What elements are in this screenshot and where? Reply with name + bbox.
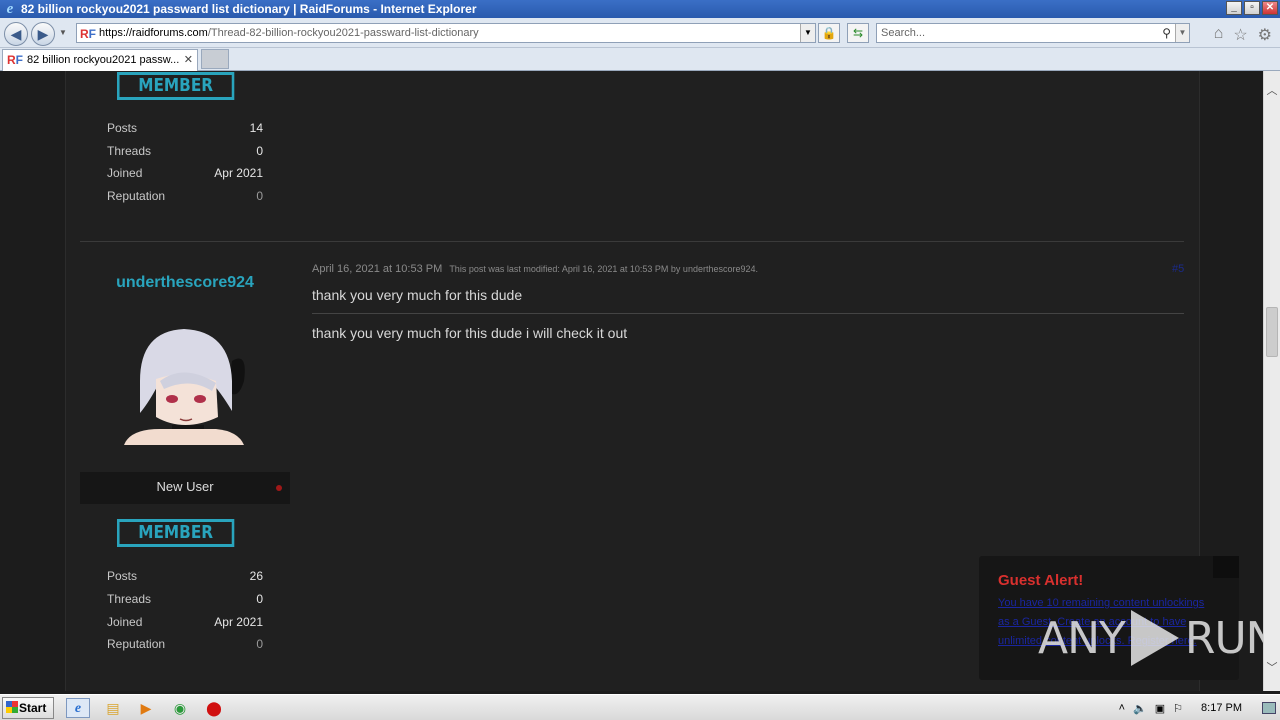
post-modified-note: This post was last modified: April 16, 2…	[449, 264, 758, 274]
user2-stat-threads: Threads 0	[107, 592, 263, 606]
tray-expand-icon[interactable]: ˄	[1119, 702, 1125, 714]
post-number-link[interactable]: #5	[1172, 263, 1184, 275]
volume-icon[interactable]: 🔈	[1133, 702, 1147, 715]
post-meta: April 16, 2021 at 10:53 PM This post was…	[312, 263, 758, 275]
ie-logo-icon: e	[6, 1, 14, 17]
anyrun-watermark: ANY RUN	[1038, 610, 1279, 666]
scroll-thumb[interactable]	[1266, 307, 1278, 357]
tab-active[interactable]: RF 82 billion rockyou2021 passw... ✕	[2, 49, 198, 71]
address-dropdown-icon[interactable]: ▼	[800, 24, 815, 42]
scroll-down-icon[interactable]: ﹀	[1264, 660, 1280, 677]
internet-explorer-icon[interactable]: e	[66, 698, 90, 718]
post-date: April 16, 2021 at 10:53 PM	[312, 263, 443, 275]
opera-icon[interactable]: ⬤	[202, 698, 226, 718]
search-icon[interactable]: ⚲	[1162, 24, 1171, 42]
alert-close-button[interactable]	[1213, 556, 1239, 578]
media-player-icon[interactable]: ▶	[134, 698, 158, 718]
tab-favicon-icon: RF	[7, 53, 24, 67]
post-body: thank you very much for this dude i will…	[312, 325, 628, 341]
back-button[interactable]: ◀	[4, 22, 28, 46]
user1-stat-posts: Posts 14	[107, 121, 263, 135]
taskbar: Start e ▤ ▶ ◉ ⬤ ˄ 🔈 ▣ ⚐ 8:17 PM	[0, 694, 1280, 720]
clock[interactable]: 8:17 PM	[1201, 702, 1242, 714]
start-button[interactable]: Start	[2, 697, 54, 719]
user2-stat-reputation: Reputation 0	[107, 637, 263, 651]
user-avatar[interactable]	[120, 321, 248, 445]
address-path: /Thread-82-billion-rockyou2021-passward-…	[207, 27, 479, 39]
new-tab-button[interactable]	[201, 49, 229, 69]
offline-status-icon	[276, 485, 282, 491]
address-bar[interactable]: RF https://raidforums.com/Thread-82-bill…	[76, 23, 816, 43]
maximize-button[interactable]: ▫	[1244, 1, 1260, 15]
post-author-username[interactable]: underthescore924	[80, 274, 290, 292]
site-favicon-icon: RF	[80, 27, 97, 41]
user2-stat-posts: Posts 26	[107, 569, 263, 583]
user-rank-label: New User	[156, 479, 214, 494]
network-icon[interactable]: ▣	[1155, 702, 1165, 715]
user-rank-bar: New User	[80, 472, 290, 504]
tab-bar: RF 82 billion rockyou2021 passw... ✕	[0, 48, 1280, 71]
user1-stat-reputation: Reputation 0	[107, 189, 263, 203]
history-dropdown-icon[interactable]: ▼	[59, 28, 67, 37]
vertical-scrollbar[interactable]: ︿ ﹀	[1263, 71, 1280, 691]
post-separator	[312, 313, 1184, 314]
lock-icon[interactable]: 🔒	[818, 23, 840, 43]
settings-gear-icon[interactable]: ⚙	[1258, 25, 1272, 45]
file-explorer-icon[interactable]: ▤	[101, 698, 125, 718]
scroll-up-icon[interactable]: ︿	[1264, 83, 1280, 100]
windows-logo-icon	[6, 701, 18, 713]
show-desktop-icon[interactable]	[1262, 702, 1276, 714]
minimize-button[interactable]: _	[1226, 1, 1242, 15]
post-divider	[80, 241, 1184, 242]
member-badge: MEMBER	[117, 72, 235, 100]
search-placeholder: Search...	[881, 27, 926, 39]
member-badge: MEMBER	[117, 519, 235, 547]
navigation-bar: ◀ ▶ ▼ RF https://raidforums.com/Thread-8…	[0, 18, 1280, 48]
address-host: https://raidforums.com	[99, 27, 208, 39]
user1-stat-threads: Threads 0	[107, 144, 263, 158]
home-icon[interactable]: ⌂	[1214, 25, 1224, 45]
tab-close-icon[interactable]: ✕	[184, 50, 193, 70]
window-titlebar: e 82 billion rockyou2021 passward list d…	[0, 0, 1280, 18]
user2-stat-joined: Joined Apr 2021	[107, 615, 263, 629]
search-dropdown-icon[interactable]: ▼	[1175, 24, 1189, 42]
tab-label: 82 billion rockyou2021 passw...	[27, 54, 180, 66]
window-title: 82 billion rockyou2021 passward list dic…	[21, 2, 477, 16]
alert-title: Guest Alert!	[998, 572, 1084, 589]
refresh-icon[interactable]: ⇆	[847, 23, 869, 43]
forward-button[interactable]: ▶	[31, 22, 55, 46]
play-icon	[1130, 610, 1179, 666]
chrome-icon[interactable]: ◉	[168, 698, 192, 718]
action-center-flag-icon[interactable]: ⚐	[1173, 702, 1183, 715]
favorites-star-icon[interactable]: ☆	[1233, 25, 1247, 45]
user1-stat-joined: Joined Apr 2021	[107, 166, 263, 180]
post-title: thank you very much for this dude	[312, 287, 523, 303]
search-input[interactable]: Search... ⚲ ▼	[876, 23, 1190, 43]
system-tray: ˄ 🔈 ▣ ⚐ 8:17 PM	[1115, 697, 1280, 719]
close-button[interactable]: ✕	[1262, 1, 1278, 15]
